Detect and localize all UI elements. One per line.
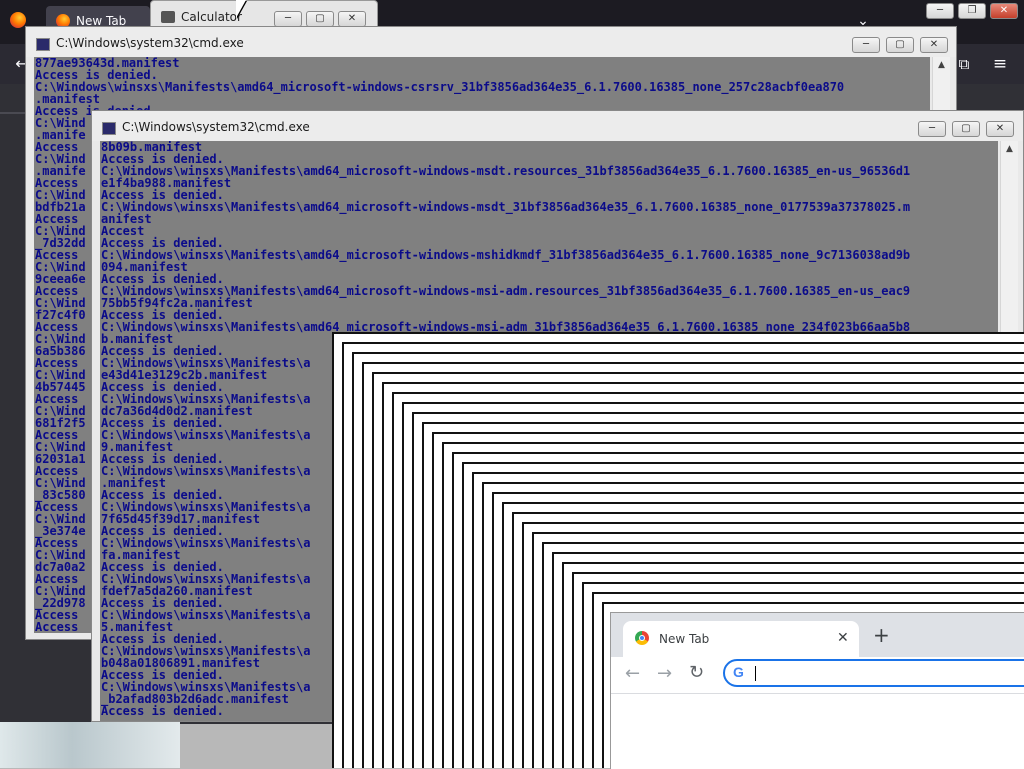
calculator-icon [161, 11, 175, 23]
new-tab-plus-icon[interactable]: + [873, 625, 890, 645]
cmd-icon [36, 38, 50, 51]
firefox-restore-button[interactable]: ❐ [958, 3, 986, 19]
cmd-close-button[interactable]: ✕ [920, 37, 948, 53]
chrome-favicon-icon [635, 631, 649, 645]
calculator-minimize-button[interactable]: ─ [274, 11, 302, 27]
hamburger-menu-icon[interactable]: ≡ [990, 54, 1010, 74]
scroll-up-arrow-icon[interactable]: ▲ [933, 57, 950, 74]
chrome-tab-new-tab[interactable]: New Tab ✕ [623, 621, 859, 657]
forward-arrow-icon[interactable]: → [657, 663, 672, 684]
firefox-logo-icon [10, 12, 26, 28]
cmd-minimize-button[interactable]: ─ [852, 37, 880, 53]
mouse-cursor-icon [236, 0, 246, 18]
cmd-title-bar[interactable]: C:\Windows\system32\cmd.exe ─ ▢ ✕ [26, 27, 956, 57]
firefox-close-button[interactable]: ✕ [990, 3, 1018, 19]
chrome-tab-label: New Tab [659, 632, 710, 646]
cmd-minimize-button[interactable]: ─ [918, 121, 946, 137]
chrome-toolbar: ← → ↻ G [611, 657, 1024, 694]
cmd-title: C:\Windows\system32\cmd.exe [122, 120, 310, 134]
calculator-maximize-button[interactable]: ▢ [306, 11, 334, 27]
cmd-title: C:\Windows\system32\cmd.exe [56, 36, 244, 50]
text-caret [755, 666, 756, 681]
reload-icon[interactable]: ↻ [689, 662, 704, 683]
calculator-close-button[interactable]: ✕ [338, 11, 366, 27]
cmd-maximize-button[interactable]: ▢ [952, 121, 980, 137]
scroll-up-arrow-icon[interactable]: ▲ [1001, 141, 1018, 158]
firefox-minimize-button[interactable]: ─ [926, 3, 954, 19]
cmd-title-bar[interactable]: C:\Windows\system32\cmd.exe ─ ▢ ✕ [92, 111, 1023, 141]
tab-close-icon[interactable]: ✕ [837, 630, 849, 646]
desktop-background [0, 722, 180, 768]
address-bar[interactable]: G [723, 659, 1024, 687]
extensions-icon[interactable]: ⧉ [954, 54, 974, 74]
calculator-title: Calculator [181, 10, 242, 24]
back-arrow-icon[interactable]: ← [625, 663, 640, 684]
cmd-close-button[interactable]: ✕ [986, 121, 1014, 137]
cmd-icon [102, 122, 116, 135]
google-logo-icon: G [733, 664, 744, 680]
cmd-maximize-button[interactable]: ▢ [886, 37, 914, 53]
chrome-window[interactable]: New Tab ✕ + ← → ↻ G [610, 612, 1024, 769]
chrome-tab-strip: New Tab ✕ + [611, 613, 1024, 657]
